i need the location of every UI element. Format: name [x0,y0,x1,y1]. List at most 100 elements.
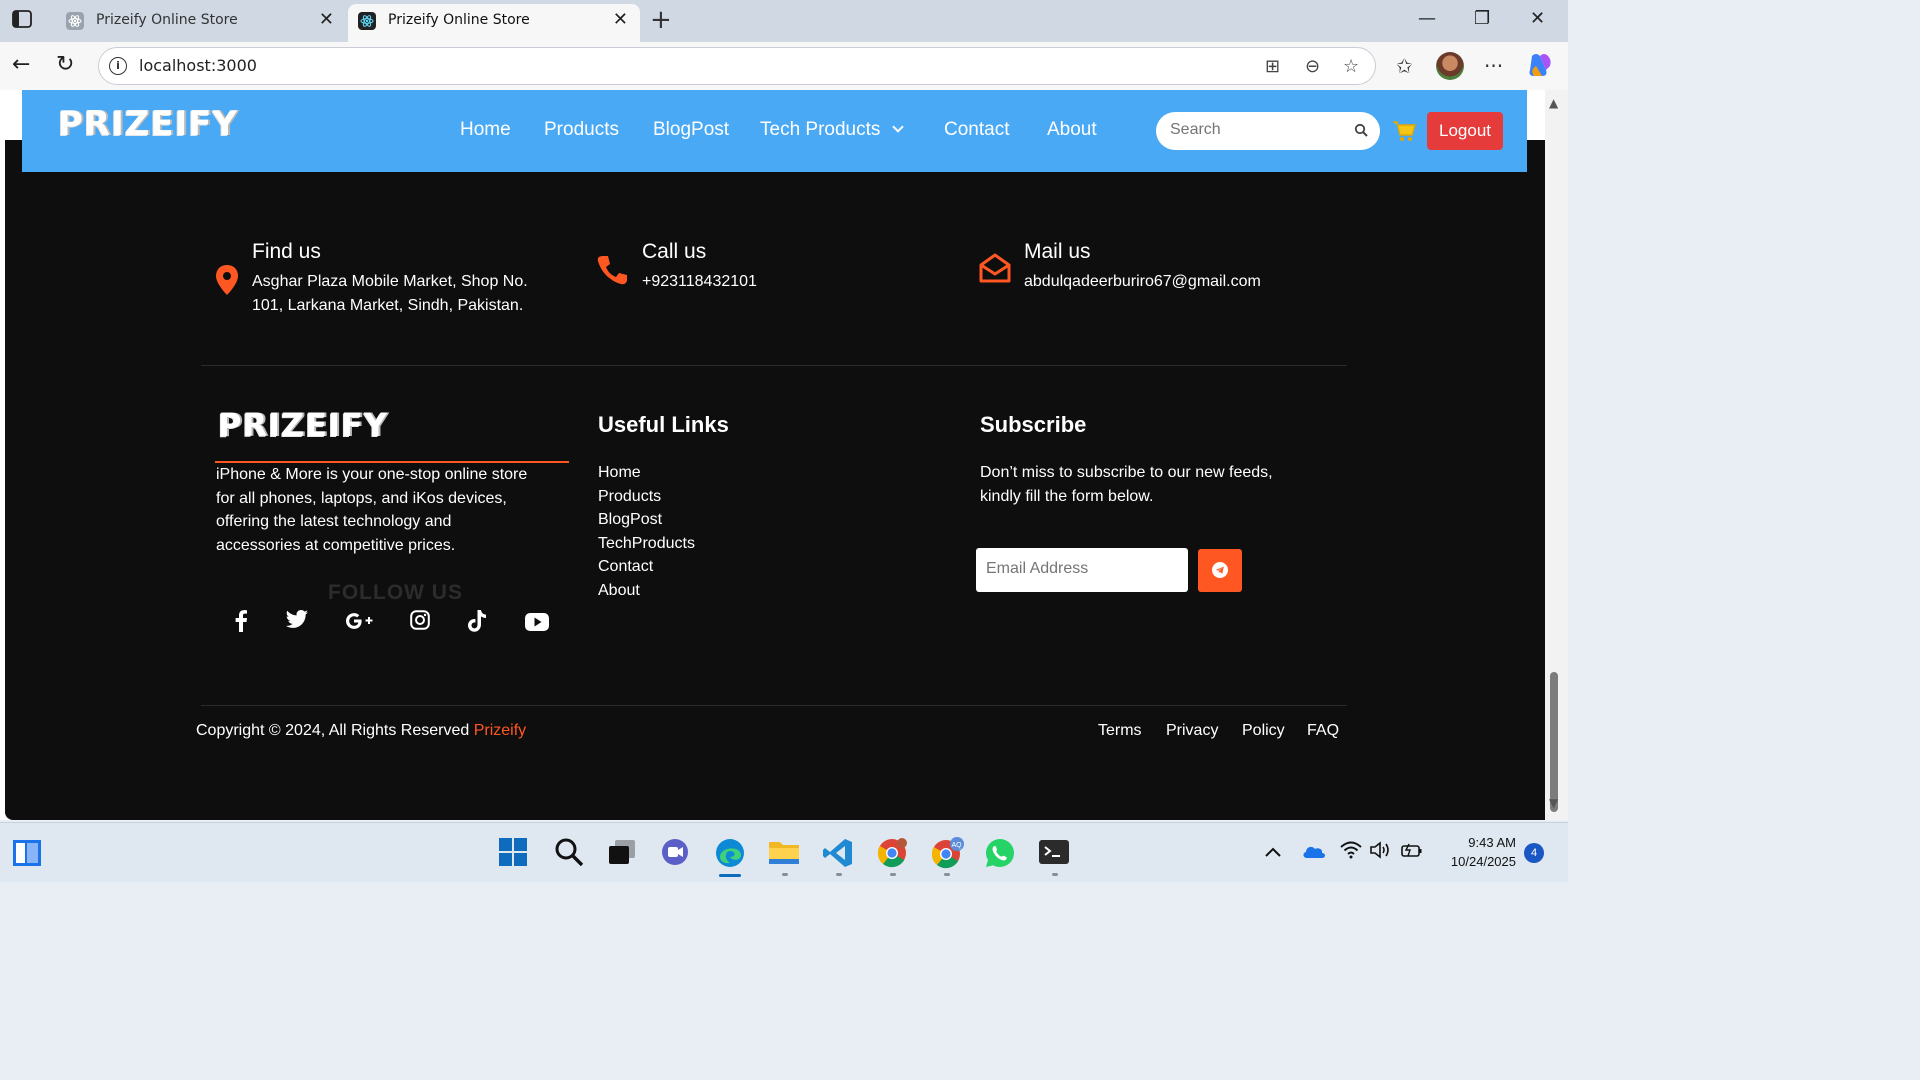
footer-link-blogpost[interactable]: BlogPost [598,508,695,532]
about-line: accessories at competitive prices. [216,536,456,554]
running-indicator [944,873,950,876]
footer-about-text: iPhone & More is your one-stop online st… [216,463,576,557]
volume-icon[interactable] [1370,841,1402,873]
zoom-out-icon[interactable]: ⊖ [1305,56,1320,77]
footer-link-about[interactable]: About [598,579,695,603]
nav-products[interactable]: Products [544,119,619,141]
close-tab-icon[interactable]: ✕ [613,4,628,36]
search-icon[interactable] [554,837,586,869]
page-scrollbar[interactable]: ▲ ▼ [1545,90,1568,820]
chevron-up-icon[interactable] [1264,843,1296,875]
email-address[interactable]: abdulqadeerburiro67@gmail.com [1024,270,1261,294]
faq-link[interactable]: FAQ [1307,722,1339,740]
twitter-icon[interactable] [285,610,308,632]
whatsapp-icon[interactable] [984,837,1016,869]
address-bar[interactable]: i localhost:3000 ⊞ ⊖ ☆ [98,47,1376,85]
clock-time[interactable]: 9:43 AM [1430,835,1516,850]
task-view-icon[interactable] [607,837,639,869]
nav-contact[interactable]: Contact [944,119,1009,141]
site-info-icon[interactable]: i [109,57,127,75]
nav-tech-products-label: Tech Products [760,119,881,140]
svg-text:AQ: AQ [952,842,963,849]
useful-links-heading: Useful Links [598,412,729,437]
clock-date[interactable]: 10/24/2025 [1430,854,1516,869]
location-pin-icon [215,264,239,300]
vscode-icon[interactable] [822,837,854,869]
scrollbar-thumb[interactable] [1550,672,1558,812]
facebook-icon[interactable] [233,610,249,636]
search-icon[interactable] [1354,122,1368,141]
google-plus-icon[interactable] [346,613,374,633]
useful-links-list: Home Products BlogPost TechProducts Cont… [598,461,695,603]
back-icon[interactable]: ← [12,52,30,77]
notification-badge[interactable]: 4 [1524,843,1544,863]
more-menu-icon[interactable]: ··· [1484,54,1503,78]
call-us-block: Call us +923118432101 [642,240,757,294]
chrome-profile-icon[interactable]: AQ [930,837,964,869]
about-line: iPhone & More is your one-stop online st… [216,466,528,483]
about-line: for all phones, laptops, and iKos device… [216,489,507,507]
teams-chat-icon[interactable] [660,837,692,869]
running-indicator [836,873,842,876]
phone-number[interactable]: +923118432101 [642,270,757,294]
app-available-icon[interactable]: ⊞ [1265,56,1280,77]
footer-logo[interactable]: PRIZEIFY [218,406,388,444]
tab-title: Prizeify Online Store [96,12,238,28]
file-explorer-icon[interactable] [768,837,800,869]
start-icon[interactable] [498,837,530,869]
follow-us-heading: FOLLOW US [328,581,463,604]
browser-tab-1[interactable]: Prizeify Online Store ✕ [56,4,346,42]
footer-link-products[interactable]: Products [598,485,695,509]
minimize-icon[interactable]: — [1418,8,1436,29]
nav-about[interactable]: About [1047,119,1097,141]
search-input[interactable] [1170,121,1340,139]
footer-link-home[interactable]: Home [598,461,695,485]
telegram-send-icon [1212,562,1228,578]
scroll-down-icon[interactable]: ▼ [1549,796,1558,810]
search-box [1156,112,1380,150]
reload-icon[interactable]: ↻ [56,52,74,77]
new-tab-icon[interactable]: + [650,4,672,36]
logout-button[interactable]: Logout [1427,112,1503,150]
restore-icon[interactable]: ❐ [1474,8,1490,29]
copilot-icon[interactable] [1526,52,1554,83]
nav-tech-products[interactable]: Tech Products [760,119,905,141]
nav-home[interactable]: Home [460,119,511,141]
battery-icon[interactable] [1400,841,1432,873]
copyright-brand-link[interactable]: Prizeify [474,722,526,739]
cart-icon[interactable] [1392,120,1416,146]
subscribe-text-line: kindly fill the form below. [980,487,1154,505]
tiktok-icon[interactable] [468,610,486,636]
terminal-icon[interactable] [1038,837,1070,869]
subscribe-text: Don’t miss to subscribe to our new feeds… [980,461,1273,508]
subscribe-button[interactable] [1198,549,1242,592]
browser-tab-2[interactable]: Prizeify Online Store ✕ [348,4,640,42]
terms-link[interactable]: Terms [1098,722,1142,740]
running-indicator [782,873,788,876]
policy-link[interactable]: Policy [1242,722,1285,740]
address-line-2: 101, Larkana Market, Sindh, Pakistan. [252,297,524,314]
wifi-icon[interactable] [1340,841,1372,873]
site-logo[interactable]: PRIZEIFY [58,104,238,144]
footer-link-techproducts[interactable]: TechProducts [598,532,695,556]
onedrive-icon[interactable] [1302,843,1334,875]
scroll-up-icon[interactable]: ▲ [1549,96,1558,110]
favorite-star-icon[interactable]: ☆ [1343,56,1359,77]
youtube-icon[interactable] [525,613,549,635]
chrome-icon[interactable] [876,837,908,869]
widgets-icon[interactable] [12,839,44,871]
about-line: offering the latest technology and [216,513,452,530]
nav-blogpost[interactable]: BlogPost [653,119,729,141]
url-text[interactable]: localhost:3000 [139,56,257,75]
instagram-icon[interactable] [410,610,430,634]
edge-browser-icon[interactable] [714,837,746,869]
email-field[interactable] [986,560,1176,578]
tab-actions-icon[interactable] [12,10,36,32]
close-window-icon[interactable]: ✕ [1530,8,1545,29]
footer-link-contact[interactable]: Contact [598,555,695,579]
profile-avatar[interactable] [1436,52,1464,80]
running-indicator [1052,873,1058,876]
close-tab-icon[interactable]: ✕ [319,4,334,36]
favorites-icon[interactable]: ✩ [1396,54,1413,78]
privacy-link[interactable]: Privacy [1166,722,1218,740]
